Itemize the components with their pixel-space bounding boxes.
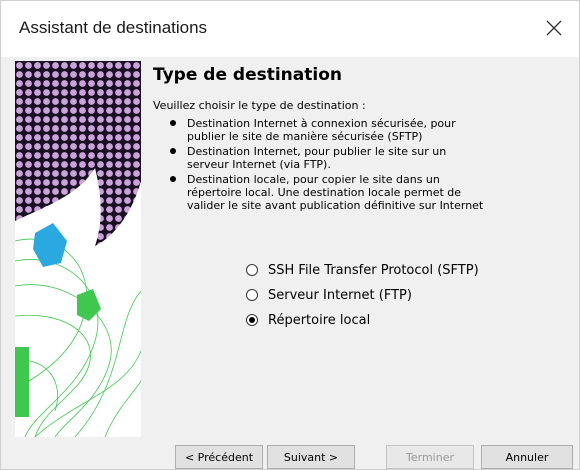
radio-ftp[interactable]: Serveur Internet (FTP)	[246, 285, 479, 305]
radio-sftp[interactable]: SSH File Transfer Protocol (SFTP)	[246, 260, 479, 280]
page-intro: Veuillez choisir le type de destination …	[153, 99, 366, 112]
description-list: Destination Internet à connexion sécuris…	[170, 117, 579, 214]
radio-selected-dot	[249, 317, 255, 323]
previous-button[interactable]: < Précédent	[175, 445, 263, 469]
bullet-ftp: Destination Internet, pour publier le si…	[170, 145, 579, 171]
finish-button[interactable]: Terminer	[386, 445, 474, 469]
side-illustration	[15, 61, 141, 437]
close-icon	[546, 20, 562, 36]
radio-label-ftp: Serveur Internet (FTP)	[268, 287, 412, 303]
bullet-sftp: Destination Internet à connexion sécuris…	[170, 117, 579, 143]
side-graphic	[15, 61, 141, 437]
close-button[interactable]	[537, 11, 571, 45]
radio-button-ftp[interactable]	[246, 289, 258, 301]
wizard-window: Assistant de destinations Type de destin…	[0, 0, 580, 470]
bullet-local: Destination locale, pour copier le site …	[170, 173, 579, 212]
title-bar: Assistant de destinations	[1, 1, 579, 57]
window-title: Assistant de destinations	[19, 18, 208, 37]
radio-button-local[interactable]	[246, 314, 258, 326]
radio-local[interactable]: Répertoire local	[246, 310, 479, 330]
page-heading: Type de destination	[153, 65, 342, 85]
destination-options: SSH File Transfer Protocol (SFTP) Serveu…	[246, 260, 479, 335]
radio-label-sftp: SSH File Transfer Protocol (SFTP)	[268, 262, 479, 278]
radio-label-local: Répertoire local	[268, 312, 371, 328]
cancel-button[interactable]: Annuler	[481, 445, 573, 469]
next-button[interactable]: Suivant >	[267, 445, 355, 469]
radio-button-sftp[interactable]	[246, 264, 258, 276]
